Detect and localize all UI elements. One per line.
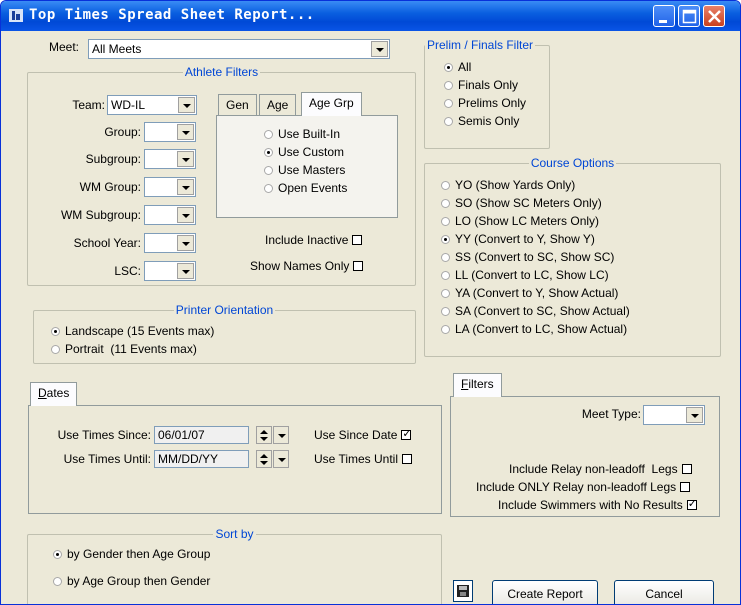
spin-updown-icon[interactable] — [256, 450, 272, 468]
printer-orientation-legend: Printer Orientation — [173, 303, 276, 317]
team-label: Team: — [72, 98, 105, 112]
meet-label: Meet: — [49, 40, 80, 54]
sort-by-legend: Sort by — [213, 527, 256, 541]
team-value: WD-IL — [111, 98, 145, 112]
radio-course-ll[interactable]: LL (Convert to LC, Show LC) — [441, 268, 609, 282]
times-until-input[interactable]: MM/DD/YY — [154, 450, 249, 468]
radio-age-then-gender[interactable]: by Age Group then Gender — [53, 574, 210, 588]
radio-finals-only[interactable]: Finals Only — [444, 78, 518, 92]
radio-open-events[interactable]: Open Events — [264, 181, 347, 195]
wm-subgroup-select[interactable] — [144, 205, 196, 225]
course-options-legend: Course Options — [528, 156, 617, 170]
radio-course-yy[interactable]: YY (Convert to Y, Show Y) — [441, 232, 595, 246]
school-year-label: School Year: — [73, 236, 141, 250]
maximize-button[interactable] — [678, 5, 700, 27]
team-select[interactable]: WD-IL — [107, 95, 197, 115]
chevron-down-icon[interactable] — [371, 41, 388, 57]
radio-course-sa[interactable]: SA (Convert to SC, Show Actual) — [441, 304, 630, 318]
times-until-label: Use Times Until: — [63, 452, 151, 466]
tab-dates[interactable]: Dates — [30, 382, 78, 406]
report-window: Top Times Spread Sheet Report... Meet: A… — [0, 0, 741, 605]
times-since-spinner[interactable] — [256, 426, 290, 444]
radio-all[interactable]: All — [444, 60, 471, 74]
chevron-down-icon[interactable] — [177, 124, 194, 140]
group-select[interactable] — [144, 122, 196, 142]
radio-portrait[interactable]: Portrait (11 Events max) — [51, 342, 197, 356]
wm-subgroup-label: WM Subgroup: — [60, 208, 141, 222]
show-names-only-checkbox[interactable]: Show Names Only — [250, 259, 364, 273]
radio-use-custom[interactable]: Use Custom — [264, 145, 344, 159]
radio-course-so[interactable]: SO (Show SC Meters Only) — [441, 196, 602, 210]
group-label: Group: — [104, 125, 141, 139]
radio-course-ya[interactable]: YA (Convert to Y, Show Actual) — [441, 286, 618, 300]
spin-updown-icon[interactable] — [256, 426, 272, 444]
subgroup-select[interactable] — [144, 149, 196, 169]
lsc-label: LSC: — [114, 264, 141, 278]
chevron-down-icon[interactable] — [177, 207, 194, 223]
radio-landscape[interactable]: Landscape (15 Events max) — [51, 324, 214, 338]
prelim-finals-legend: Prelim / Finals Filter — [425, 38, 536, 52]
meet-type-select[interactable] — [643, 405, 705, 425]
meet-select[interactable]: All Meets — [88, 39, 390, 59]
chevron-down-icon[interactable] — [178, 97, 195, 113]
chevron-down-icon[interactable] — [273, 426, 289, 444]
use-since-date-checkbox[interactable]: Use Since Date — [314, 427, 412, 442]
chevron-down-icon[interactable] — [177, 179, 194, 195]
tab-filters[interactable]: Filters — [453, 373, 502, 397]
chevron-down-icon[interactable] — [686, 407, 703, 423]
school-year-select[interactable] — [144, 233, 196, 253]
include-inactive-checkbox[interactable]: Include Inactive — [265, 233, 363, 247]
radio-course-la[interactable]: LA (Convert to LC, Show Actual) — [441, 322, 627, 336]
floppy-disk-icon — [457, 585, 469, 597]
wm-group-label: WM Group: — [79, 180, 141, 194]
save-button[interactable] — [453, 580, 473, 602]
radio-semis-only[interactable]: Semis Only — [444, 114, 519, 128]
meet-value: All Meets — [92, 42, 142, 56]
no-results-checkbox[interactable]: Include Swimmers with No Results — [498, 497, 697, 512]
wm-group-select[interactable] — [144, 177, 196, 197]
window-title: Top Times Spread Sheet Report... — [29, 7, 315, 23]
minimize-button[interactable] — [653, 5, 675, 27]
sort-by-group: Sort by — [27, 527, 442, 604]
subgroup-label: Subgroup: — [85, 152, 141, 166]
times-until-spinner[interactable] — [256, 450, 290, 468]
use-times-until-checkbox[interactable]: Use Times Until — [314, 452, 413, 466]
radio-course-yo[interactable]: YO (Show Yards Only) — [441, 178, 575, 192]
meet-type-label: Meet Type: — [581, 407, 641, 421]
only-relay-nonleadoff-checkbox[interactable]: Include ONLY Relay non-leadoff Legs — [476, 480, 691, 494]
minimize-icon — [659, 20, 667, 23]
chevron-down-icon[interactable] — [177, 151, 194, 167]
tab-age-grp[interactable]: Age Grp — [301, 92, 362, 116]
chevron-down-icon[interactable] — [177, 263, 194, 279]
chevron-down-icon[interactable] — [177, 235, 194, 251]
radio-prelims-only[interactable]: Prelims Only — [444, 96, 526, 110]
app-icon — [9, 9, 23, 22]
tab-age[interactable]: Age — [259, 94, 297, 116]
times-since-label: Use Times Since: — [57, 428, 151, 442]
title-bar[interactable]: Top Times Spread Sheet Report... — [1, 1, 740, 31]
tab-gen[interactable]: Gen — [218, 94, 257, 116]
chevron-down-icon[interactable] — [273, 450, 289, 468]
radio-gender-then-age[interactable]: by Gender then Age Group — [53, 547, 210, 561]
athlete-filters-legend: Athlete Filters — [182, 65, 261, 79]
radio-use-built-in[interactable]: Use Built-In — [264, 127, 340, 141]
relay-nonleadoff-checkbox[interactable]: Include Relay non-leadoff Legs — [509, 462, 692, 476]
lsc-select[interactable] — [144, 261, 196, 281]
close-icon — [708, 10, 721, 23]
close-button[interactable] — [703, 5, 725, 27]
times-since-input[interactable]: 06/01/07 — [154, 426, 249, 444]
radio-course-ss[interactable]: SS (Convert to SC, Show SC) — [441, 250, 614, 264]
radio-course-lo[interactable]: LO (Show LC Meters Only) — [441, 214, 599, 228]
create-report-button[interactable]: Create Report — [492, 580, 598, 604]
radio-use-masters[interactable]: Use Masters — [264, 163, 345, 177]
cancel-button[interactable]: Cancel — [614, 580, 714, 604]
maximize-icon — [682, 9, 697, 24]
